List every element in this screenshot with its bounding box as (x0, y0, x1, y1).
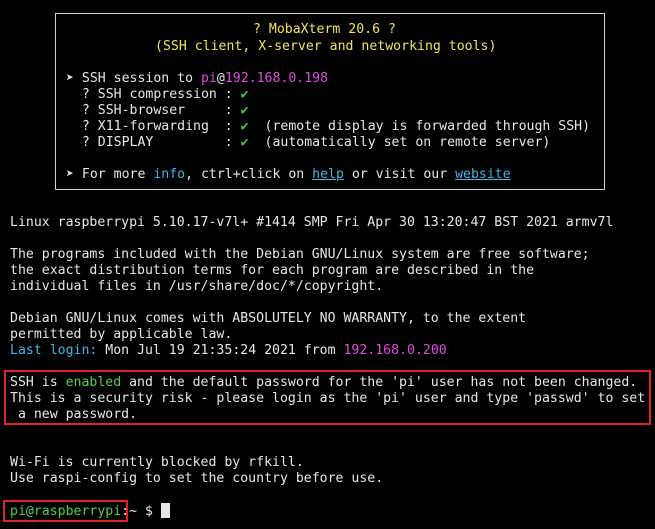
more-mid: , ctrl+click on (185, 167, 313, 182)
check-icon: ✔ (240, 103, 249, 118)
terminal-cursor[interactable] (160, 503, 170, 518)
banner-title: ? MobaXterm 20.6 ? (253, 22, 396, 37)
display-row: ? DISPLAY : ✔ (automatically set on remo… (66, 135, 550, 151)
last-login-ip: 192.168.0.200 (343, 343, 447, 358)
more-mid2: or visit our (343, 167, 456, 182)
check-icon: ✔ (240, 135, 249, 150)
check-icon: ✔ (240, 119, 249, 134)
warning-line-1: SSH is enabled and the default password … (10, 375, 637, 391)
more-info-line: ➤ For more info, ctrl+click on help or v… (66, 167, 511, 183)
row-note: (automatically set on remote server) (248, 135, 551, 150)
warning-line-3: a new password. (10, 407, 138, 422)
wifi-line-1: Wi-Fi is currently blocked by rfkill. (10, 455, 304, 470)
ssh-browser-row: ? SSH-browser : ✔ (66, 103, 249, 119)
last-login-label: Last login: (10, 343, 98, 358)
prompt-path: :~ $ (121, 504, 161, 519)
warning-line-2: This is a security risk - please login a… (10, 391, 646, 406)
check-icon: ✔ (240, 87, 249, 102)
last-login-line: Last login: Mon Jul 19 21:35:24 2021 fro… (10, 343, 447, 359)
row-label: ? SSH compression : (66, 87, 241, 102)
uname-line: Linux raspberrypi 5.10.17-v7l+ #1414 SMP… (10, 215, 614, 230)
last-login-value: Mon Jul 19 21:35:24 2021 from (97, 343, 344, 358)
programs-line-3: individual files in /usr/share/doc/*/cop… (10, 279, 384, 294)
row-note: (remote display is forwarded through SSH… (248, 119, 591, 134)
row-label: ? X11-forwarding : (66, 119, 241, 134)
session-user: pi (200, 71, 217, 86)
warranty-line-2: permitted by applicable law. (10, 327, 233, 342)
warning-suffix: and the default password for the 'pi' us… (121, 375, 638, 390)
warning-prefix: SSH is (10, 375, 66, 390)
warranty-line-1: Debian GNU/Linux comes with ABSOLUTELY N… (10, 311, 527, 326)
prompt-user-host: pi@raspberrypi (10, 504, 122, 519)
x11-forwarding-row: ? X11-forwarding : ✔ (remote display is … (66, 119, 590, 135)
website-link[interactable]: website (455, 167, 511, 182)
row-label: ? SSH-browser : (66, 103, 241, 118)
ssh-session-line: ➤ SSH session to pi@192.168.0.198 (66, 71, 328, 87)
session-at: @ (216, 71, 225, 86)
programs-line-1: The programs included with the Debian GN… (10, 247, 590, 262)
info-link[interactable]: info (153, 167, 185, 182)
session-prefix: ➤ SSH session to (66, 71, 201, 86)
enabled-text: enabled (65, 375, 122, 390)
banner-subtitle: (SSH client, X-server and networking too… (155, 39, 497, 54)
ssh-compression-row: ? SSH compression : ✔ (66, 87, 249, 103)
row-label: ? DISPLAY : (66, 135, 241, 150)
wifi-line-2: Use raspi-config to set the country befo… (10, 471, 384, 486)
session-host: 192.168.0.198 (224, 71, 329, 86)
shell-prompt[interactable]: pi@raspberrypi:~ $ (10, 503, 170, 520)
programs-line-2: the exact distribution terms for each pr… (10, 263, 535, 278)
more-prefix: ➤ For more (66, 167, 154, 182)
help-link[interactable]: help (312, 167, 344, 182)
